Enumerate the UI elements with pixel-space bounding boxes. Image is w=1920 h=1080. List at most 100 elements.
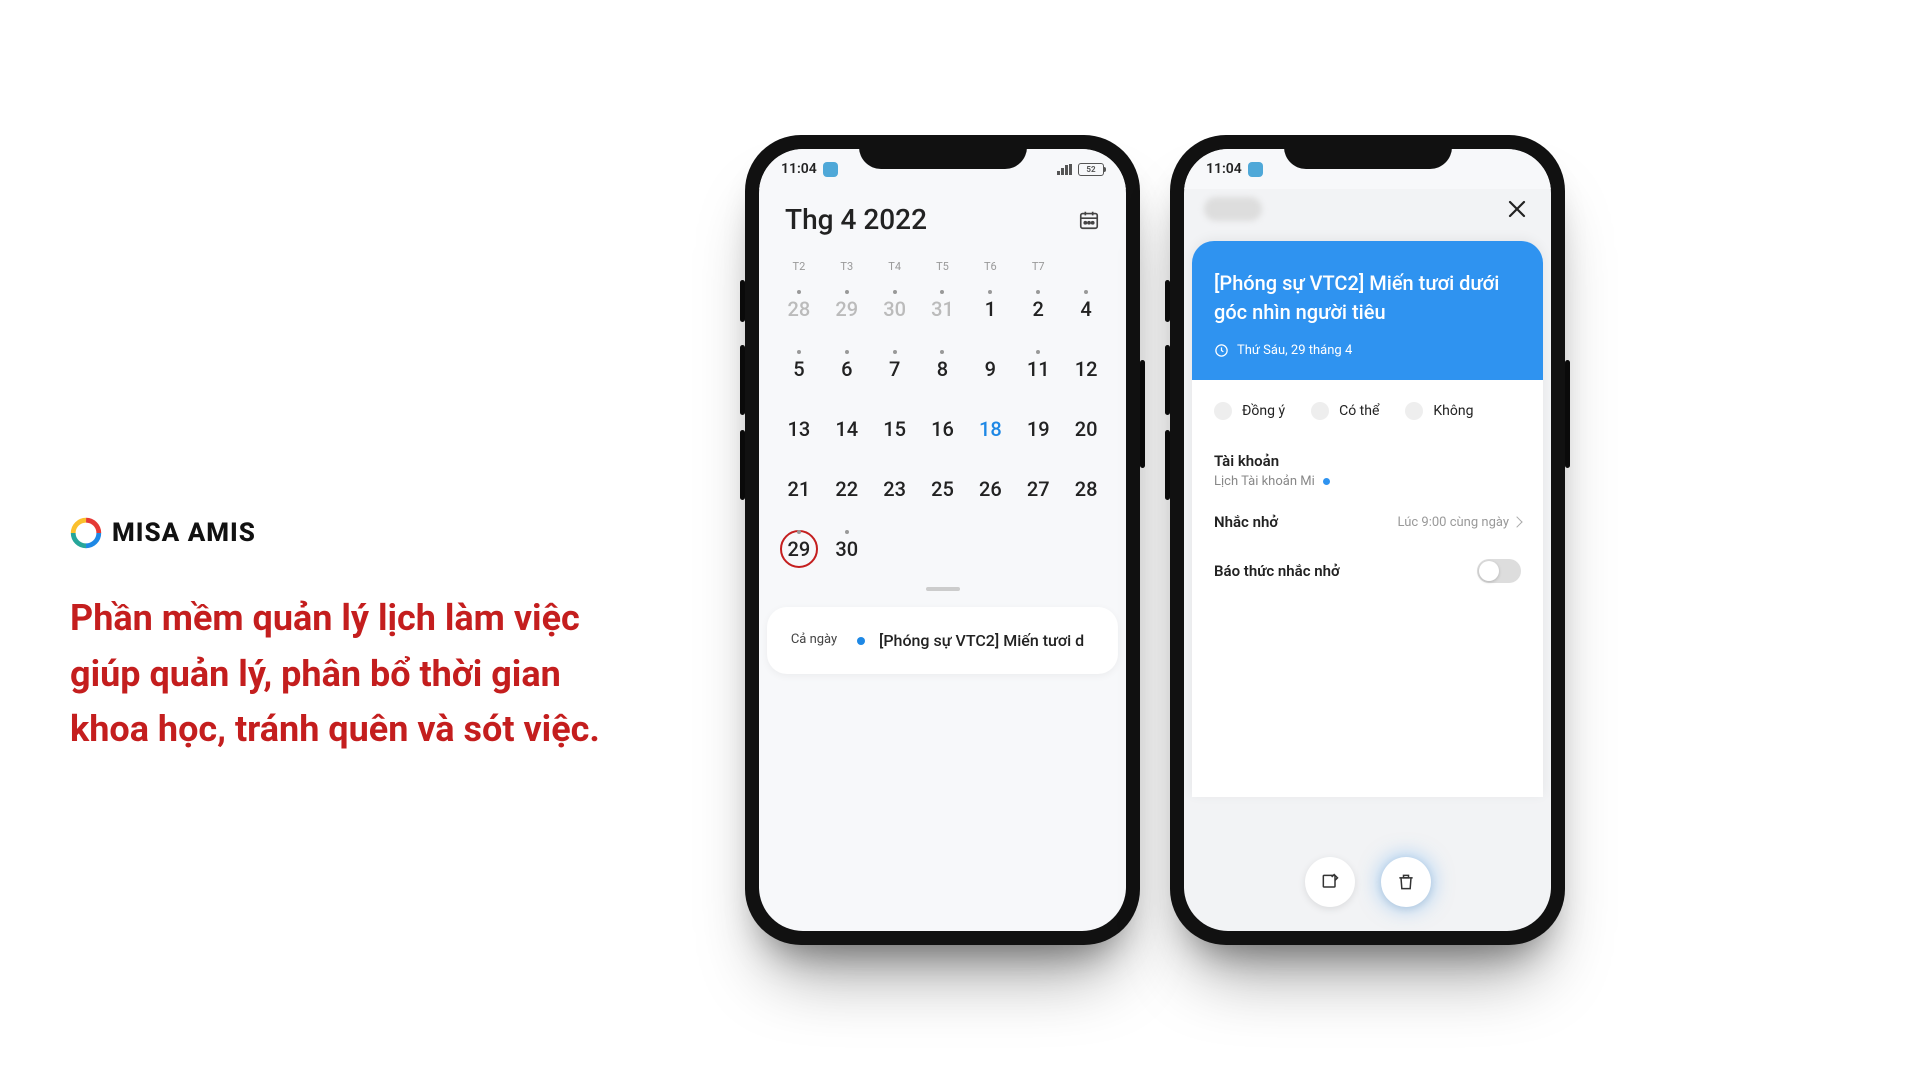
day-number: 27 xyxy=(1027,477,1050,501)
account-color-dot xyxy=(1323,478,1330,485)
dow-label: T3 xyxy=(823,254,871,279)
dow-label: T7 xyxy=(1014,254,1062,279)
calendar-day[interactable]: 1 xyxy=(966,279,1014,339)
calendar-day[interactable]: 13 xyxy=(775,399,823,459)
calendar-day[interactable]: 12 xyxy=(1062,339,1110,399)
day-number: 15 xyxy=(883,417,906,441)
day-number: 19 xyxy=(1027,417,1050,441)
dow-label: T6 xyxy=(966,254,1014,279)
dow-label: T4 xyxy=(871,254,919,279)
calendar-day[interactable]: 5 xyxy=(775,339,823,399)
sheet-handle[interactable] xyxy=(926,587,960,591)
blurred-pill xyxy=(1204,197,1262,221)
calendar-day[interactable]: 30 xyxy=(823,519,871,579)
day-number: 21 xyxy=(788,477,811,501)
calendar-day[interactable]: 19 xyxy=(1014,399,1062,459)
day-event-dot xyxy=(893,290,897,294)
reminder-label: Nhắc nhở xyxy=(1214,513,1278,531)
day-number: 16 xyxy=(931,417,954,441)
calendar-day[interactable]: 4 xyxy=(1062,279,1110,339)
signal-icon xyxy=(1057,164,1073,175)
reminder-row[interactable]: Nhắc nhở Lúc 9:00 cùng ngày xyxy=(1192,489,1543,531)
battery-icon: 52 xyxy=(1078,163,1104,176)
calendar-day[interactable]: 31 xyxy=(919,279,967,339)
calendar-day[interactable]: 27 xyxy=(1014,459,1062,519)
status-app-icon xyxy=(1248,162,1263,177)
calendar-day[interactable]: 14 xyxy=(823,399,871,459)
calendar-goto-icon[interactable] xyxy=(1078,209,1100,231)
delete-button[interactable] xyxy=(1381,857,1431,907)
day-event-dot xyxy=(940,350,944,354)
rsvp-label: Đồng ý xyxy=(1242,403,1285,419)
day-number: 28 xyxy=(788,297,811,321)
calendar-day[interactable]: 25 xyxy=(919,459,967,519)
day-number: 7 xyxy=(889,357,900,381)
day-number: 26 xyxy=(979,477,1002,501)
headline-text: Phần mềm quản lý lịch làm việc giúp quản… xyxy=(70,591,610,758)
day-event-dot xyxy=(845,350,849,354)
status-bar: 11:04 xyxy=(1184,149,1551,189)
alarm-label: Báo thức nhắc nhở xyxy=(1214,562,1340,580)
day-number: 1 xyxy=(985,297,996,321)
calendar-day[interactable]: 16 xyxy=(919,399,967,459)
day-number: 29 xyxy=(835,297,858,321)
calendar-day[interactable]: 9 xyxy=(966,339,1014,399)
day-event-dot xyxy=(797,350,801,354)
day-number: 23 xyxy=(883,477,906,501)
brand-mark-icon xyxy=(70,517,102,549)
rsvp-option[interactable]: Có thể xyxy=(1311,402,1379,420)
calendar-day[interactable]: 20 xyxy=(1062,399,1110,459)
clock-icon xyxy=(1214,343,1229,358)
day-number: 4 xyxy=(1080,297,1091,321)
calendar-day[interactable]: 23 xyxy=(871,459,919,519)
day-number: 30 xyxy=(883,297,906,321)
day-event-dot xyxy=(797,530,801,534)
calendar-day[interactable]: 15 xyxy=(871,399,919,459)
calendar-day[interactable]: 29 xyxy=(775,519,823,579)
edit-button[interactable] xyxy=(1305,857,1355,907)
day-number: 30 xyxy=(835,537,858,561)
day-event-dot xyxy=(1036,290,1040,294)
status-app-icon xyxy=(823,162,838,177)
calendar-day[interactable]: 26 xyxy=(966,459,1014,519)
day-event-dot xyxy=(1036,350,1040,354)
calendar-day[interactable]: 30 xyxy=(871,279,919,339)
rsvp-row: Đồng ý Có thể Không xyxy=(1192,380,1543,444)
day-event-dot xyxy=(1084,290,1088,294)
calendar-day[interactable]: 2 xyxy=(1014,279,1062,339)
account-label: Tài khoản xyxy=(1192,452,1543,470)
calendar-title[interactable]: Thg 4 2022 xyxy=(785,203,927,236)
calendar-day[interactable]: 8 xyxy=(919,339,967,399)
day-number: 22 xyxy=(835,477,858,501)
events-sheet: Cả ngày [Phóng sự VTC2] Miến tươi d xyxy=(767,607,1118,674)
calendar-day[interactable]: 11 xyxy=(1014,339,1062,399)
calendar-day[interactable]: 28 xyxy=(775,279,823,339)
calendar-day[interactable]: 7 xyxy=(871,339,919,399)
calendar-day[interactable]: 18 xyxy=(966,399,1014,459)
day-number: 6 xyxy=(841,357,852,381)
phone-mockup-detail: 11:04 [Phóng sự VTC2] Miến tươi dưới góc… xyxy=(1170,135,1565,945)
day-number: 8 xyxy=(937,357,948,381)
alarm-toggle[interactable] xyxy=(1477,559,1521,583)
status-bar: 11:04 52 xyxy=(759,149,1126,189)
calendar-day[interactable]: 29 xyxy=(823,279,871,339)
calendar-day[interactable]: 28 xyxy=(1062,459,1110,519)
day-number: 31 xyxy=(931,297,954,321)
rsvp-option[interactable]: Đồng ý xyxy=(1214,402,1285,420)
day-event-dot xyxy=(988,290,992,294)
calendar-day[interactable]: 22 xyxy=(823,459,871,519)
calendar-day[interactable]: 21 xyxy=(775,459,823,519)
event-color-dot xyxy=(857,637,865,645)
calendar-day[interactable]: 6 xyxy=(823,339,871,399)
event-title: [Phóng sự VTC2] Miến tươi d xyxy=(879,631,1084,650)
brand-name: MISA AMIS xyxy=(112,518,256,548)
event-detail-card: [Phóng sự VTC2] Miến tươi dưới góc nhìn … xyxy=(1192,241,1543,797)
status-time: 11:04 xyxy=(1206,161,1242,177)
close-button[interactable] xyxy=(1503,195,1531,223)
rsvp-option[interactable]: Không xyxy=(1405,402,1473,420)
marketing-panel: MISA AMIS Phần mềm quản lý lịch làm việc… xyxy=(70,322,610,758)
account-value: Lịch Tài khoản Mi xyxy=(1214,474,1315,489)
dow-label: T2 xyxy=(775,254,823,279)
day-number: 29 xyxy=(780,530,818,568)
event-row[interactable]: Cả ngày [Phóng sự VTC2] Miến tươi d xyxy=(767,623,1118,658)
